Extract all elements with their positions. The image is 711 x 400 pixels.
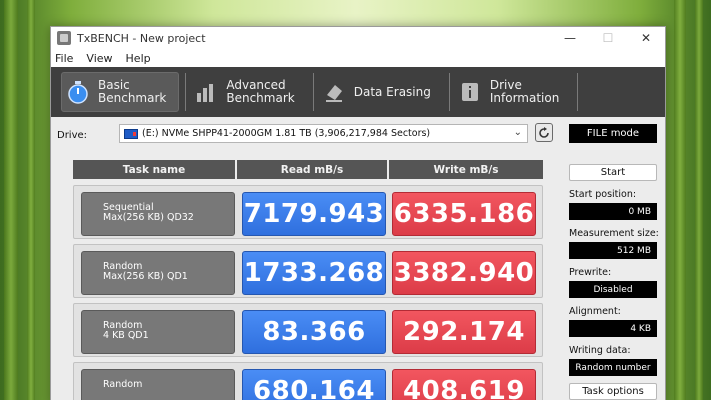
measurement-size-field[interactable]: 512 MB: [569, 242, 657, 259]
advanced-benchmark-label: Advanced Benchmark: [226, 78, 295, 105]
toolbar-separator: [448, 73, 450, 111]
bar-chart-icon: [194, 80, 218, 104]
app-icon: [57, 31, 71, 45]
alignment-field[interactable]: 4 KB: [569, 320, 657, 337]
close-button[interactable]: ✕: [627, 27, 665, 49]
mode-indicator: FILE mode: [569, 124, 657, 143]
read-value: 1733.268: [242, 251, 386, 295]
drive-information-label: Drive Information: [489, 78, 560, 105]
task-button[interactable]: Random Max(256 KB) QD1: [81, 251, 235, 295]
task-button[interactable]: Random 4 KB QD1: [81, 310, 235, 354]
benchmark-panel: Drive: (E:) NVMe SHPP41-2000GM 1.81 TB (…: [51, 117, 665, 400]
start-position-label: Start position:: [569, 189, 637, 200]
read-value: 680.164: [242, 369, 386, 400]
drive-information-button[interactable]: Drive Information: [454, 72, 571, 112]
eraser-icon: [322, 80, 346, 104]
write-value: 3382.940: [392, 251, 536, 295]
write-value: 408.619: [392, 369, 536, 400]
menu-bar: File View Help: [51, 49, 665, 67]
toolbar-separator: [577, 73, 579, 111]
table-row: Random 680.164 408.619: [73, 362, 543, 400]
write-value: 292.174: [392, 310, 536, 354]
drive-label: Drive:: [57, 130, 88, 141]
writing-data-field[interactable]: Random number: [569, 359, 657, 376]
toolbar-separator: [312, 73, 314, 111]
start-position-field[interactable]: 0 MB: [569, 203, 657, 220]
minimize-button[interactable]: —: [551, 27, 589, 49]
data-erasing-button[interactable]: Data Erasing: [318, 72, 443, 112]
prewrite-field[interactable]: Disabled: [569, 281, 657, 298]
drive-select-value: (E:) NVMe SHPP41-2000GM 1.81 TB (3,906,2…: [142, 128, 431, 139]
table-row: Random Max(256 KB) QD1 1733.268 3382.940: [73, 244, 543, 298]
task-button[interactable]: Sequential Max(256 KB) QD32: [81, 192, 235, 236]
maximize-button[interactable]: ☐: [589, 27, 627, 49]
info-icon: [458, 80, 482, 104]
refresh-icon: [539, 126, 549, 138]
drive-icon: [124, 128, 138, 139]
menu-help[interactable]: Help: [126, 52, 151, 65]
task-options-button[interactable]: Task options: [569, 383, 657, 400]
read-value: 83.366: [242, 310, 386, 354]
start-button[interactable]: Start: [569, 164, 657, 181]
drive-select[interactable]: (E:) NVMe SHPP41-2000GM 1.81 TB (3,906,2…: [119, 124, 528, 143]
stopwatch-icon: [66, 80, 90, 104]
table-row: Sequential Max(256 KB) QD32 7179.943 633…: [73, 185, 543, 239]
write-value: 6335.186: [392, 192, 536, 236]
header-write: Write mB/s: [389, 160, 543, 179]
refresh-button[interactable]: [535, 123, 553, 142]
toolbar-separator: [185, 73, 187, 111]
chevron-down-icon: ⌄: [513, 127, 522, 138]
window-title: TxBENCH - New project: [77, 31, 206, 45]
toolbar: Basic Benchmark Advanced Benchmark Data …: [51, 67, 665, 117]
basic-benchmark-button[interactable]: Basic Benchmark: [61, 72, 180, 112]
header-read: Read mB/s: [237, 160, 387, 179]
menu-view[interactable]: View: [86, 52, 112, 65]
alignment-label: Alignment:: [569, 306, 621, 317]
title-bar: TxBENCH - New project — ☐ ✕: [51, 27, 665, 49]
header-task-name: Task name: [73, 160, 235, 179]
data-erasing-label: Data Erasing: [353, 84, 431, 99]
menu-file[interactable]: File: [55, 52, 73, 65]
prewrite-label: Prewrite:: [569, 267, 612, 278]
table-row: Random 4 KB QD1 83.366 292.174: [73, 303, 543, 357]
measurement-size-label: Measurement size:: [569, 228, 659, 239]
app-window: TxBENCH - New project — ☐ ✕ File View He…: [50, 26, 666, 400]
task-button[interactable]: Random: [81, 369, 235, 400]
read-value: 7179.943: [242, 192, 386, 236]
writing-data-label: Writing data:: [569, 345, 631, 356]
basic-benchmark-label: Basic Benchmark: [98, 78, 167, 105]
advanced-benchmark-button[interactable]: Advanced Benchmark: [190, 72, 306, 112]
